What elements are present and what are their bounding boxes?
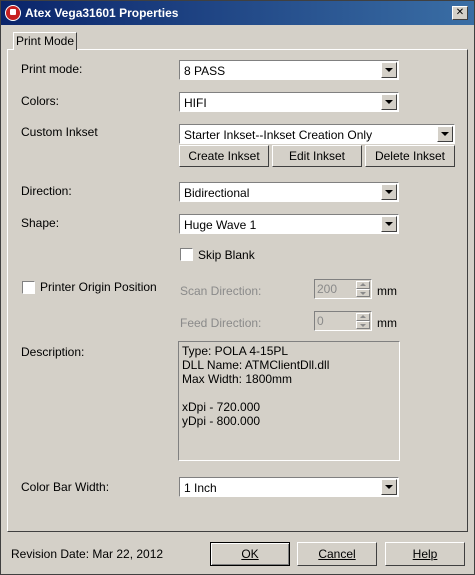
app-icon xyxy=(5,5,21,21)
ok-button-label: OK xyxy=(241,547,259,561)
shape-value: Huge Wave 1 xyxy=(184,218,257,232)
shape-select[interactable]: Huge Wave 1 xyxy=(179,214,399,234)
tab-print-mode[interactable]: Print Mode xyxy=(13,32,77,50)
print-mode-label: Print mode: xyxy=(21,62,83,76)
spin-down-icon[interactable] xyxy=(356,321,370,329)
close-button[interactable]: ✕ xyxy=(452,6,468,20)
help-button[interactable]: Help xyxy=(385,542,465,566)
color-bar-width-select[interactable]: 1 Inch xyxy=(179,477,399,497)
properties-dialog: Atex Vega31601 Properties ✕ Print Mode P… xyxy=(0,0,475,575)
print-mode-select[interactable]: 8 PASS xyxy=(179,60,399,80)
feed-direction-value: 0 xyxy=(317,314,324,328)
spin-up-icon[interactable] xyxy=(356,281,370,289)
direction-select[interactable]: Bidirectional xyxy=(179,182,399,202)
skip-blank-checkbox[interactable] xyxy=(180,248,193,261)
printer-origin-checkbox[interactable] xyxy=(22,281,35,294)
colors-label: Colors: xyxy=(21,94,60,108)
custom-inkset-label: Custom Inkset xyxy=(21,125,98,139)
revision-date: Revision Date: Mar 22, 2012 xyxy=(11,547,164,561)
scan-direction-label: Scan Direction: xyxy=(180,284,262,298)
description-line: xDpi - 720.000 xyxy=(182,400,261,414)
cancel-button[interactable]: Cancel xyxy=(297,542,377,566)
custom-inkset-value: Starter Inkset--Inkset Creation Only xyxy=(184,128,373,142)
feed-direction-label: Feed Direction: xyxy=(180,316,262,330)
printer-origin-label[interactable]: Printer Origin Position xyxy=(40,280,157,294)
skip-blank-label[interactable]: Skip Blank xyxy=(198,248,255,262)
feed-direction-unit: mm xyxy=(377,316,397,330)
colors-value: HIFI xyxy=(184,96,207,110)
create-inkset-button[interactable]: Create Inkset xyxy=(179,145,269,167)
scan-direction-value: 200 xyxy=(317,282,338,296)
chevron-down-icon[interactable] xyxy=(381,94,397,110)
ok-button[interactable]: OK xyxy=(210,542,290,566)
chevron-down-icon[interactable] xyxy=(381,216,397,232)
description-label: Description: xyxy=(21,345,85,359)
chevron-down-icon[interactable] xyxy=(437,126,453,142)
direction-label: Direction: xyxy=(21,184,72,198)
color-bar-width-value: 1 Inch xyxy=(184,481,217,495)
shape-label: Shape: xyxy=(21,216,60,230)
print-mode-value: 8 PASS xyxy=(184,64,226,78)
chevron-down-icon[interactable] xyxy=(381,479,397,495)
color-bar-width-label: Color Bar Width: xyxy=(21,480,110,494)
scan-direction-spinner[interactable]: 200 xyxy=(314,279,372,299)
description-line: DLL Name: ATMClientDll.dll xyxy=(182,358,330,372)
feed-direction-spinner[interactable]: 0 xyxy=(314,311,372,331)
chevron-down-icon[interactable] xyxy=(381,184,397,200)
help-button-label: Help xyxy=(412,547,438,561)
scan-direction-unit: mm xyxy=(377,284,397,298)
title-bar[interactable]: Atex Vega31601 Properties ✕ xyxy=(1,1,474,25)
cancel-button-label: Cancel xyxy=(318,547,356,561)
description-line: Type: POLA 4-15PL xyxy=(182,344,289,358)
description-line xyxy=(182,386,396,400)
custom-inkset-select[interactable]: Starter Inkset--Inkset Creation Only xyxy=(179,124,455,144)
spin-down-icon[interactable] xyxy=(356,289,370,297)
edit-inkset-button[interactable]: Edit Inkset xyxy=(272,145,362,167)
description-box: Type: POLA 4-15PL DLL Name: ATMClientDll… xyxy=(178,341,400,461)
window-title: Atex Vega31601 Properties xyxy=(25,6,179,20)
colors-select[interactable]: HIFI xyxy=(179,92,399,112)
spin-up-icon[interactable] xyxy=(356,313,370,321)
description-line: Max Width: 1800mm xyxy=(182,372,293,386)
description-line: yDpi - 800.000 xyxy=(182,414,261,428)
chevron-down-icon[interactable] xyxy=(381,62,397,78)
direction-value: Bidirectional xyxy=(184,186,250,200)
delete-inkset-button[interactable]: Delete Inkset xyxy=(365,145,455,167)
